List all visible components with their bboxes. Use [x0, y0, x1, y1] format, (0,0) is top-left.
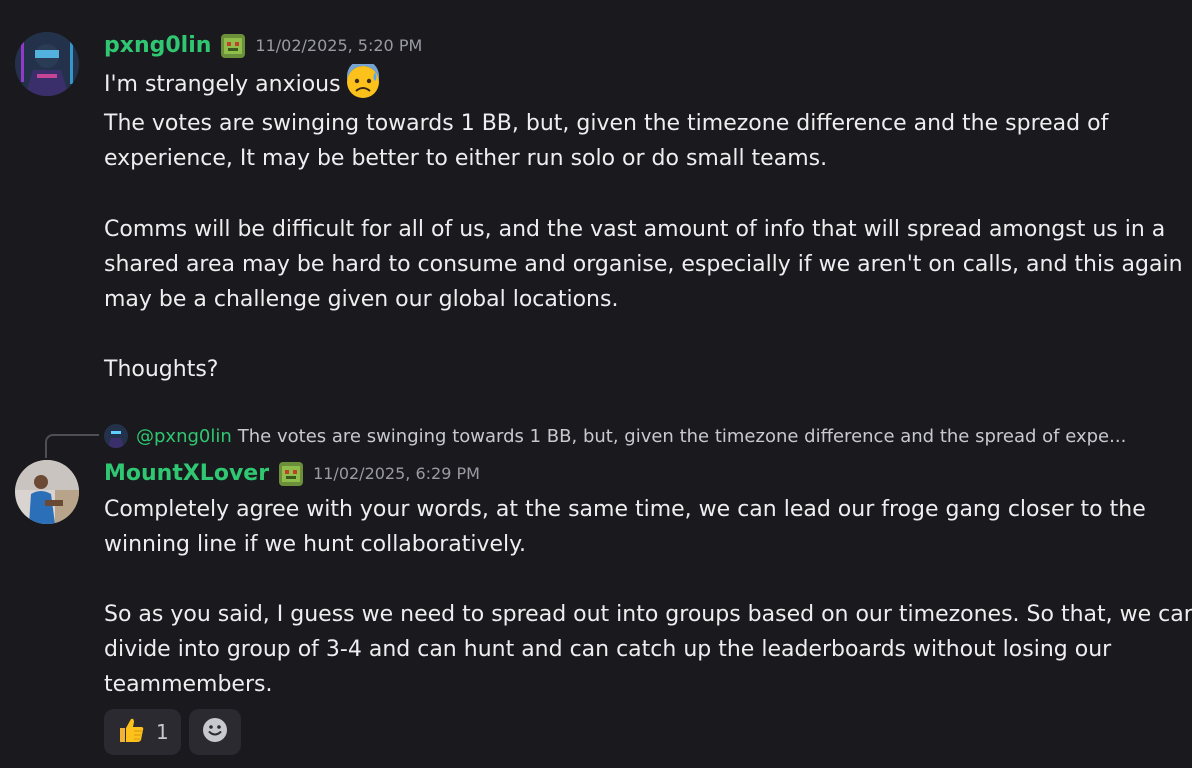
thumbs-up-icon: [116, 715, 146, 749]
message-line: So as you said, I guess we need to sprea…: [104, 602, 1192, 627]
reactions-bar: 1: [104, 709, 241, 755]
reply-mention[interactable]: @pxng0lin: [136, 426, 232, 447]
message-line: shared area may be hard to consume and o…: [104, 252, 1183, 277]
username[interactable]: pxng0lin: [104, 33, 211, 58]
timestamp: 11/02/2025, 6:29 PM: [313, 464, 480, 483]
reply-connector: [45, 434, 99, 458]
message-line: divide into group of 3-4 and can hunt an…: [104, 637, 1112, 662]
message-line: I'm strangely anxious: [104, 60, 381, 102]
message-line: Thoughts?: [104, 357, 219, 382]
message-line: experience, It may be better to either r…: [104, 146, 828, 171]
username[interactable]: MountXLover: [104, 461, 269, 486]
message-line: may be a challenge given our global loca…: [104, 287, 619, 312]
add-reaction-button[interactable]: [188, 709, 241, 755]
message-line: Completely agree with your words, at the…: [104, 497, 1146, 522]
message-header: pxng0lin 11/02/2025, 5:20 PM: [104, 33, 422, 58]
reply-avatar: [104, 424, 128, 448]
message-line: The votes are swinging towards 1 BB, but…: [104, 111, 1109, 136]
reply-preview: The votes are swinging towards 1 BB, but…: [237, 425, 1127, 447]
message-header: MountXLover 11/02/2025, 6:29 PM: [104, 461, 480, 486]
timestamp: 11/02/2025, 5:20 PM: [255, 36, 423, 55]
message-line: winning line if we hunt collaboratively.: [104, 532, 527, 557]
reply-reference[interactable]: @pxng0lin The votes are swinging towards…: [104, 423, 1126, 449]
anxious-face-with-sweat-icon: [345, 60, 381, 100]
avatar[interactable]: [15, 32, 79, 96]
avatar[interactable]: [15, 460, 79, 524]
message-line: teammembers.: [104, 672, 273, 697]
message-text: I'm strangely anxious: [104, 72, 341, 97]
frog-role-icon[interactable]: [279, 461, 304, 486]
message-line: Comms will be difficult for all of us, a…: [104, 217, 1166, 242]
reaction-count: 1: [156, 720, 169, 744]
reaction-thumbs-up[interactable]: 1: [104, 709, 181, 755]
frog-role-icon[interactable]: [221, 33, 246, 58]
smiley-add-icon: [201, 716, 229, 748]
